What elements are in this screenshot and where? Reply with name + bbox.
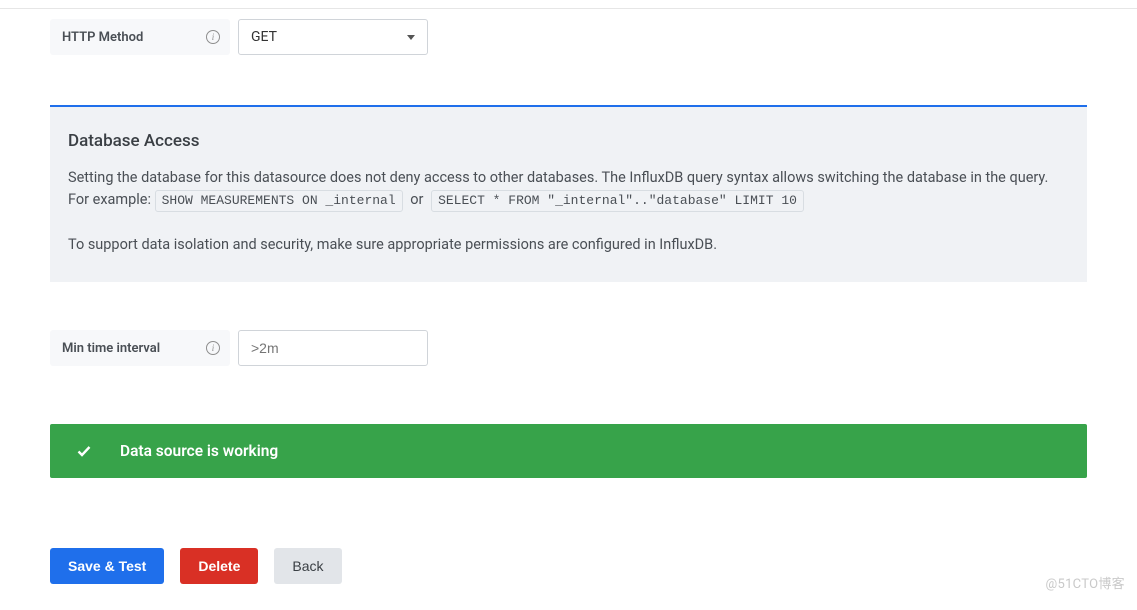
http-method-row: HTTP Method i GET [50,19,1087,55]
delete-button[interactable]: Delete [180,548,258,584]
min-interval-label: Min time interval i [50,330,230,366]
label-text: Min time interval [62,341,160,356]
check-icon [76,443,92,459]
panel-paragraph-2: To support data isolation and security, … [68,234,1069,256]
http-method-value: GET [251,29,277,45]
action-buttons: Save & Test Delete Back [50,548,1087,584]
info-icon[interactable]: i [206,341,220,355]
min-interval-row: Min time interval i [50,330,1087,366]
chevron-down-icon [407,35,415,40]
database-access-panel: Database Access Setting the database for… [50,105,1087,282]
label-text: HTTP Method [62,30,143,45]
http-method-label: HTTP Method i [50,19,230,55]
info-icon[interactable]: i [206,30,220,44]
panel-paragraph-1: Setting the database for this datasource… [68,167,1069,212]
min-interval-input[interactable] [238,330,428,366]
status-alert: Data source is working [50,424,1087,478]
settings-form: HTTP Method i GET Database Access Settin… [0,9,1137,604]
panel-title: Database Access [68,131,1069,151]
code-sample-2: SELECT * FROM "_internal".."database" LI… [431,190,804,212]
code-sample-1: SHOW MEASUREMENTS ON _internal [155,190,403,212]
save-test-button[interactable]: Save & Test [50,548,164,584]
or-text: or [410,191,423,208]
alert-text: Data source is working [120,442,278,460]
back-button[interactable]: Back [274,548,341,584]
http-method-select[interactable]: GET [238,19,428,55]
